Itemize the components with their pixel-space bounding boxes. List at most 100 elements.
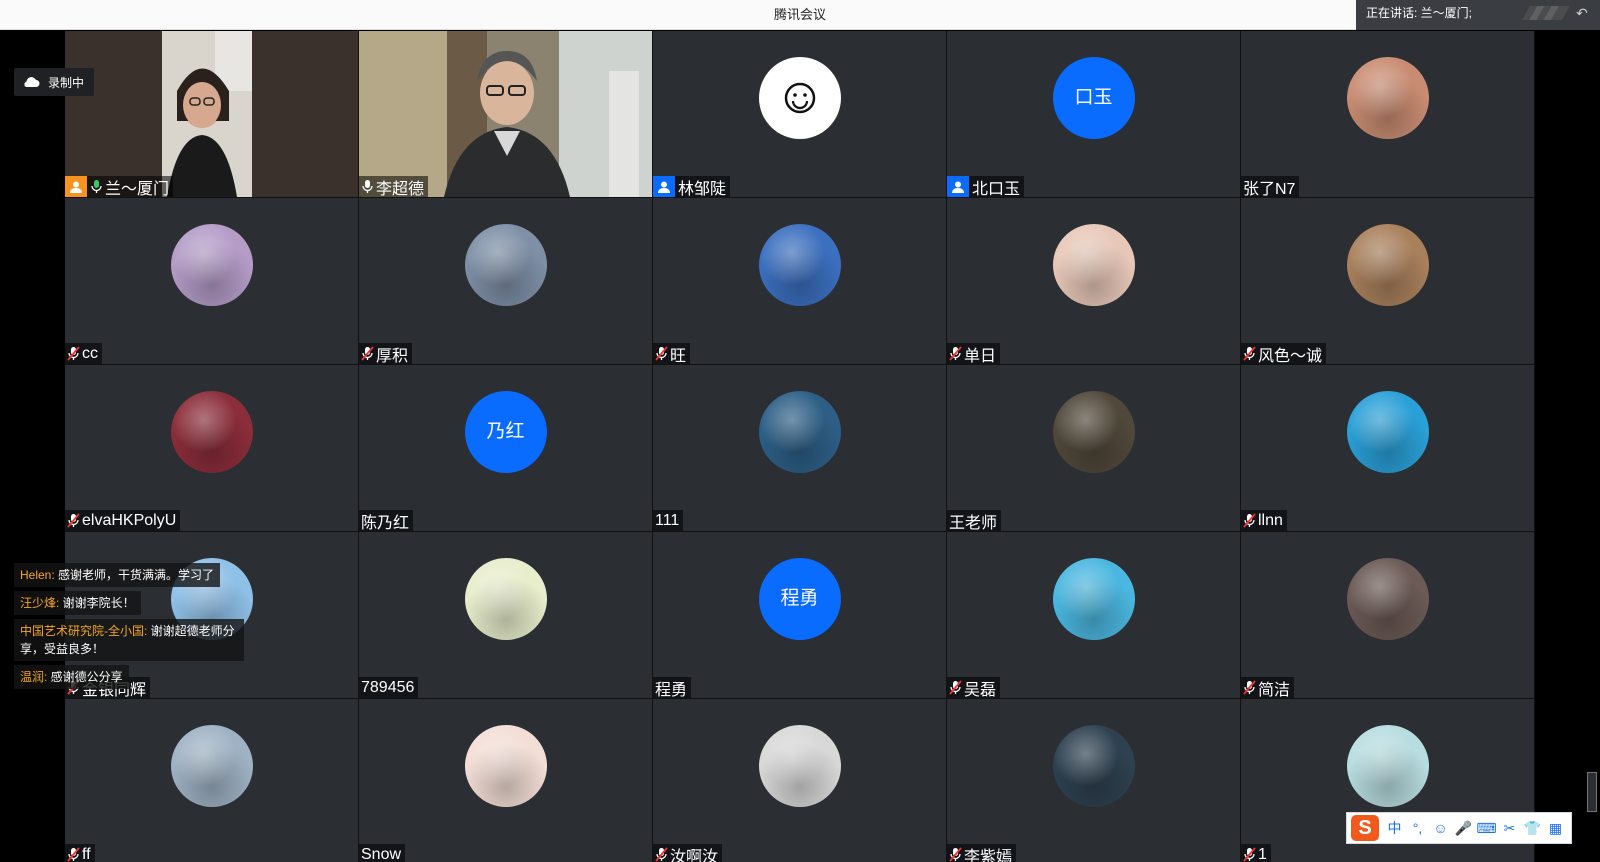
participant-tile[interactable]: 111 [653,365,946,531]
participant-name: 林邹陡 [678,180,727,198]
participant-tile[interactable]: 乃红 陈乃红 [359,365,652,531]
participant-nameplate: llnn [1241,510,1287,531]
participant-tile[interactable]: 兰～厦门 [65,31,358,197]
ime-toolbar[interactable]: S 中 °, ☺ 🎤 ⌨ ✂ 👕 ▦ [1346,812,1572,844]
ime-voice-icon[interactable]: 🎤 [1452,816,1475,840]
mic-muted-icon [67,847,80,862]
chat-message: 汪少烽: 谢谢李院长！ [14,591,141,615]
participant-nameplate: 张了N7 [1241,176,1300,197]
mic-muted-icon [949,346,962,361]
avatar-photo [1052,224,1135,306]
participant-name: llnn [1258,511,1283,529]
participant-tile[interactable]: 林邹陡 [653,31,946,197]
exit-fullscreen-icon[interactable]: ↶ [1576,5,1592,21]
participant-nameplate: 风色～诚 [1241,343,1327,365]
participant-tile[interactable]: 汝啊汝 [653,699,946,862]
mic-muted-icon [67,346,80,361]
participant-tile[interactable]: 王老师 [947,365,1240,531]
participant-tile[interactable]: 程勇 程勇 [653,532,946,698]
participant-name: 北口玉 [972,180,1021,198]
participant-nameplate: ff [65,844,95,862]
participant-nameplate: Snow [359,844,406,862]
recording-label: 录制中 [48,75,85,90]
participant-name: Snow [361,845,402,862]
participant-nameplate: 111 [653,510,684,531]
participant-name: 简洁 [1258,681,1291,699]
video-feed [359,31,652,197]
avatar-text: 程勇 [758,558,841,640]
mic-muted-icon [361,346,374,361]
participant-nameplate: 汝啊汝 [653,844,723,862]
participant-nameplate: elvaHKPolyU [65,510,181,531]
ime-menu-icon[interactable]: ▦ [1544,816,1567,840]
participant-tile[interactable]: Snow [359,699,652,862]
participant-name: elvaHKPolyU [82,511,177,529]
participant-tile[interactable]: 单日 [947,198,1240,364]
participant-name: 1 [1258,845,1267,862]
participant-tile[interactable]: cc [65,198,358,364]
mic-muted-icon [67,513,80,528]
chat-message: 中国艺术研究院-全小国: 谢谢超德老师分享，受益良多！ [14,619,244,661]
sogou-logo-icon[interactable]: S [1351,815,1379,841]
participant-tile[interactable]: ff [65,699,358,862]
avatar-photo [464,558,547,640]
avatar-photo [170,391,253,473]
participant-name: 陈乃红 [361,514,410,532]
avatar-photo [170,725,253,807]
user-icon [947,176,969,197]
ime-tools-icon[interactable]: ✂ [1498,816,1521,840]
chat-sender: 汪少烽: [20,596,60,610]
participant-tile[interactable]: 吴磊 [947,532,1240,698]
ime-chinese-mode[interactable]: 中 [1383,816,1406,840]
participant-name: 111 [655,511,680,529]
participant-tile[interactable]: 旺 [653,198,946,364]
avatar-photo [464,224,547,306]
ime-emoji-icon[interactable]: ☺ [1429,816,1452,840]
participant-name: 吴磊 [964,681,997,699]
participant-nameplate: 厚积 [359,343,413,365]
recording-indicator[interactable]: 录制中 [14,68,95,96]
scrollbar[interactable] [1587,772,1597,812]
avatar-photo [1346,224,1429,306]
participant-name: 王老师 [949,514,998,532]
participant-name: 风色～诚 [1258,347,1323,365]
participant-tile[interactable]: 简洁 [1241,532,1534,698]
mic-muted-icon [1243,680,1256,695]
chat-sender: 温润: [20,670,48,684]
avatar-photo [758,725,841,807]
ime-keyboard-icon[interactable]: ⌨ [1475,816,1498,840]
chat-message: Helen: 感谢老师，干货满满。学习了 [14,563,221,587]
participant-nameplate: 兰～厦门 [65,176,174,197]
chat-message: 温润: 感谢德公分享 [14,665,129,689]
participant-nameplate: 单日 [947,343,1001,364]
avatar-photo [758,224,841,306]
participant-tile[interactable]: 李超德 [359,31,652,197]
participant-name: 厚积 [376,347,409,365]
participant-tile[interactable]: 风色～诚 [1241,198,1534,364]
participant-tile[interactable]: 厚积 [359,198,652,364]
participant-nameplate: 王老师 [947,510,1002,532]
participant-tile[interactable]: 李紫嫣 [947,699,1240,862]
title-bar: 腾讯会议 正在讲话: 兰～厦门; ↶ [0,0,1600,30]
participant-tile[interactable]: llnn [1241,365,1534,531]
participant-nameplate: 李紫嫣 [947,844,1017,862]
participant-nameplate: 北口玉 [947,176,1025,198]
ime-skin-icon[interactable]: 👕 [1521,816,1544,840]
chat-sender: 中国艺术研究院-全小国: [20,624,148,638]
participant-nameplate: 简洁 [1241,677,1295,699]
participant-tile[interactable]: 789456 [359,532,652,698]
participant-tile[interactable]: 张了N7 [1241,31,1534,197]
chat-text: 感谢老师，干货满满。学习了 [54,568,215,582]
avatar-smile-icon [758,57,841,139]
participant-nameplate: 林邹陡 [653,176,731,198]
participant-tile[interactable]: 口玉 北口玉 [947,31,1240,197]
avatar-photo [1052,391,1135,473]
participant-tile[interactable]: elvaHKPolyU [65,365,358,531]
participant-nameplate: 1 [1241,844,1271,862]
mic-muted-icon [1243,847,1256,862]
ime-punctuation-icon[interactable]: °, [1406,816,1429,840]
participant-grid: 兰～厦门 李超德林邹陡 口玉 北口玉 张了N7 cc 厚积 旺单日 风色～诚 elvaHKPoly… [65,31,1535,862]
participant-nameplate: 陈乃红 [359,510,414,532]
avatar-photo [758,391,841,473]
avatar-photo [1346,57,1429,139]
